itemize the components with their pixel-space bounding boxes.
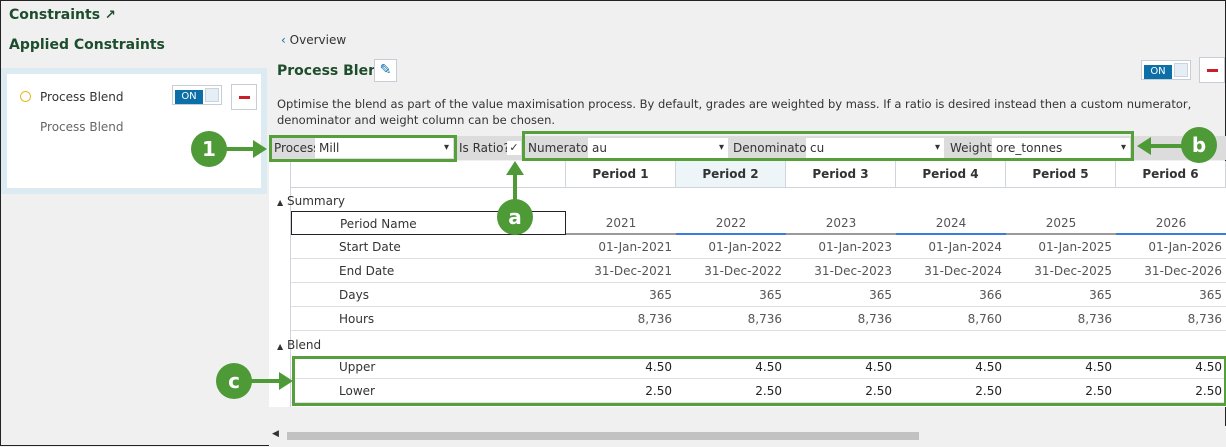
table-cell[interactable]: 8,736 [1116, 307, 1226, 331]
annotation-marker-b: b [1181, 127, 1217, 163]
is-ratio-label: Is Ratio? [456, 138, 513, 158]
scroll-left-icon[interactable]: ◀ [272, 429, 279, 439]
table-cell[interactable]: 31-Dec-2025 [1006, 259, 1116, 283]
section-label: Blend [286, 338, 322, 352]
table-cell[interactable]: 365 [676, 283, 786, 307]
section-title: Process Blend [277, 63, 389, 79]
table-cell[interactable]: 01-Jan-2021 [566, 235, 676, 259]
row-label: End Date [339, 264, 395, 278]
description: Optimise the blend as part of the value … [277, 97, 1192, 127]
table-cell[interactable]: 2026 [1116, 211, 1226, 235]
table-cell[interactable]: 01-Jan-2024 [896, 235, 1006, 259]
table-cell[interactable]: 31-Dec-2021 [566, 259, 676, 283]
table-cell[interactable]: 2022 [676, 211, 786, 235]
remove-constraint-button[interactable] [231, 84, 257, 110]
period-header[interactable]: Period 5 [1006, 161, 1116, 188]
table-cell[interactable]: 31-Dec-2022 [676, 259, 786, 283]
back-link-label: Overview [289, 33, 347, 47]
table-cell[interactable]: 31-Dec-2026 [1116, 259, 1226, 283]
table-cell[interactable]: 01-Jan-2026 [1116, 235, 1226, 259]
remove-button[interactable] [1199, 57, 1225, 83]
constraint-subtitle: Process Blend [40, 120, 124, 134]
section-header-blend[interactable]: ▲ Blend [273, 333, 473, 357]
toggle-off [1174, 63, 1188, 77]
section-label: Summary [286, 194, 345, 208]
arrowhead-icon [1137, 137, 1151, 155]
page-title: Constraints ↗ [9, 7, 116, 23]
annotation-marker-a: a [497, 199, 533, 235]
table-cell[interactable]: 8,736 [786, 307, 896, 331]
toggle-on-label: ON [175, 90, 203, 104]
annotation-marker-1: 1 [191, 131, 227, 167]
annotation-marker-c: c [216, 363, 252, 399]
period-header[interactable]: Period 2 [676, 161, 786, 188]
period-header[interactable]: Period 4 [896, 161, 1006, 188]
section-header-summary[interactable]: ▲ Summary [273, 189, 473, 213]
arrow-icon [513, 173, 517, 201]
row-label: Days [339, 288, 369, 302]
table-cell[interactable]: 01-Jan-2022 [676, 235, 786, 259]
table-cell[interactable]: 2023 [786, 211, 896, 235]
edit-pencil-icon[interactable]: ✎ [374, 59, 397, 82]
table-cell[interactable]: 2024 [896, 211, 1006, 235]
toggle-on-label: ON [1144, 65, 1172, 79]
table-cell[interactable]: 31-Dec-2023 [786, 259, 896, 283]
table-cell[interactable]: 01-Jan-2023 [786, 235, 896, 259]
period-header[interactable]: Period 6 [1116, 161, 1226, 188]
arrowhead-icon [253, 140, 267, 158]
table-cell[interactable]: 365 [566, 283, 676, 307]
arrow-icon [1149, 144, 1183, 148]
table-cell[interactable]: 365 [1116, 283, 1226, 307]
constraint-name: Process Blend [40, 90, 124, 104]
constraint-card[interactable]: Process Blend Process Blend ON [7, 74, 261, 188]
table-cell[interactable]: 8,736 [1006, 307, 1116, 331]
table-cell[interactable]: 8,760 [896, 307, 1006, 331]
table-cell[interactable]: 8,736 [676, 307, 786, 331]
annotation-box-blend [292, 356, 1226, 406]
table-cell[interactable]: 8,736 [566, 307, 676, 331]
chevron-left-icon: ‹ [281, 33, 286, 47]
annotation-box-ratio-fields [522, 131, 1134, 161]
table-cell[interactable]: 365 [1006, 283, 1116, 307]
back-link[interactable]: ‹ Overview [281, 33, 346, 47]
table-cell[interactable]: 366 [896, 283, 1006, 307]
arrowhead-icon [506, 161, 524, 175]
period-header[interactable]: Period 3 [786, 161, 896, 188]
row-label: Hours [339, 312, 375, 326]
constraint-list: Process Blend Process Blend ON [1, 68, 267, 194]
main-toggle[interactable]: ON [1141, 60, 1191, 80]
period-header[interactable]: Period 1 [566, 161, 676, 188]
status-circle-icon [20, 91, 31, 102]
row-label: Start Date [339, 240, 401, 254]
table-cell[interactable]: 2021 [566, 211, 676, 235]
table-cell[interactable]: 01-Jan-2025 [1006, 235, 1116, 259]
collapse-triangle-icon[interactable]: ▲ [277, 342, 283, 351]
external-link-icon[interactable]: ↗ [105, 8, 116, 23]
table-cell[interactable]: 2025 [1006, 211, 1116, 235]
toggle-off [205, 88, 219, 102]
sidebar-title: Applied Constraints [9, 37, 165, 53]
horizontal-scrollbar[interactable]: ◀ [269, 426, 1226, 447]
table-cell[interactable]: 31-Dec-2024 [896, 259, 1006, 283]
title-text: Constraints [9, 7, 101, 23]
annotation-box-process [269, 135, 457, 162]
arrowhead-icon [279, 372, 293, 390]
is-ratio-checkbox[interactable]: ✓ [507, 141, 521, 155]
collapse-triangle-icon[interactable]: ▲ [277, 198, 283, 207]
constraint-toggle[interactable]: ON [172, 85, 222, 105]
table-cell[interactable]: 365 [786, 283, 896, 307]
scrollbar-thumb[interactable] [287, 432, 919, 440]
